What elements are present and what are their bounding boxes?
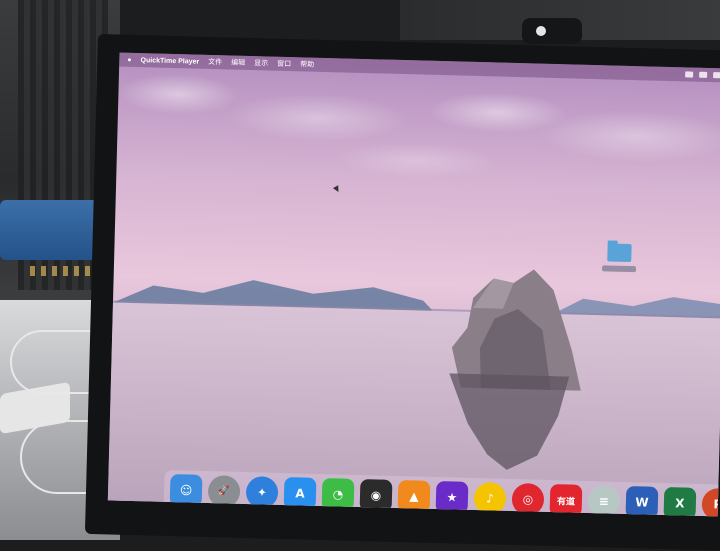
quicktime-glyph: ◉ [370, 488, 382, 503]
rock-reflection [449, 373, 570, 470]
status-icons [685, 71, 720, 79]
menu-file[interactable]: 文件 [208, 57, 222, 67]
quicktime-icon[interactable]: ◉ [359, 479, 393, 512]
menu-view[interactable]: 显示 [254, 58, 268, 68]
netease-music-icon[interactable]: ◎ [511, 483, 545, 516]
netease-music-glyph: ◎ [522, 492, 534, 507]
youdao-icon[interactable]: 有道 [549, 483, 583, 517]
wechat-glyph: ◔ [332, 487, 344, 502]
finder-icon[interactable]: ☺ [169, 474, 203, 507]
folder-label[interactable] [601, 265, 637, 273]
powerpoint-icon[interactable]: P [701, 487, 720, 517]
disk-glyph: ≡ [598, 494, 610, 509]
finder-glyph: ☺ [179, 483, 193, 498]
app-store-icon[interactable]: A [283, 477, 317, 510]
status-icon[interactable] [699, 71, 708, 78]
tufa-rock [451, 269, 581, 391]
wechat-icon[interactable]: ◔ [321, 478, 355, 511]
status-icon[interactable] [713, 72, 720, 79]
folder-icon[interactable] [606, 237, 633, 264]
launchpad-icon[interactable]: 🚀 [207, 475, 241, 508]
word-glyph: W [635, 495, 649, 510]
excel-icon[interactable]: X [663, 486, 697, 517]
menu-help[interactable]: 帮助 [300, 59, 314, 69]
disk-icon[interactable]: ≡ [587, 484, 621, 517]
word-icon[interactable]: W [625, 485, 659, 517]
vlc-icon[interactable]: ▲ [397, 480, 431, 513]
safari-glyph: ✦ [256, 485, 268, 500]
desktop-screen: ● QuickTime Player 文件 编辑 显示 窗口 帮助 ☺ 🚀 ✦ A ◔ ◉… [107, 52, 720, 517]
qq-music-glyph: ♪ [485, 491, 494, 506]
menu-app-name[interactable]: QuickTime Player [140, 57, 199, 66]
powerpoint-glyph: P [713, 497, 720, 512]
imovie-icon[interactable]: ★ [435, 481, 469, 514]
excel-glyph: X [675, 496, 685, 511]
status-icon[interactable] [685, 71, 694, 78]
youdao-glyph: 有道 [556, 496, 576, 508]
qq-music-icon[interactable]: ♪ [473, 482, 507, 515]
safari-icon[interactable]: ✦ [245, 476, 279, 509]
menu-edit[interactable]: 编辑 [231, 57, 245, 67]
app-store-glyph: A [295, 486, 305, 501]
imovie-glyph: ★ [446, 490, 458, 505]
menu-window[interactable]: 窗口 [277, 59, 291, 69]
apple-icon[interactable]: ● [127, 56, 131, 63]
vlc-glyph: ▲ [409, 489, 419, 504]
webcam [522, 18, 582, 44]
monitor: ● QuickTime Player 文件 编辑 显示 窗口 帮助 ☺ 🚀 ✦ A ◔ ◉… [84, 34, 720, 551]
launchpad-glyph: 🚀 [218, 486, 230, 497]
